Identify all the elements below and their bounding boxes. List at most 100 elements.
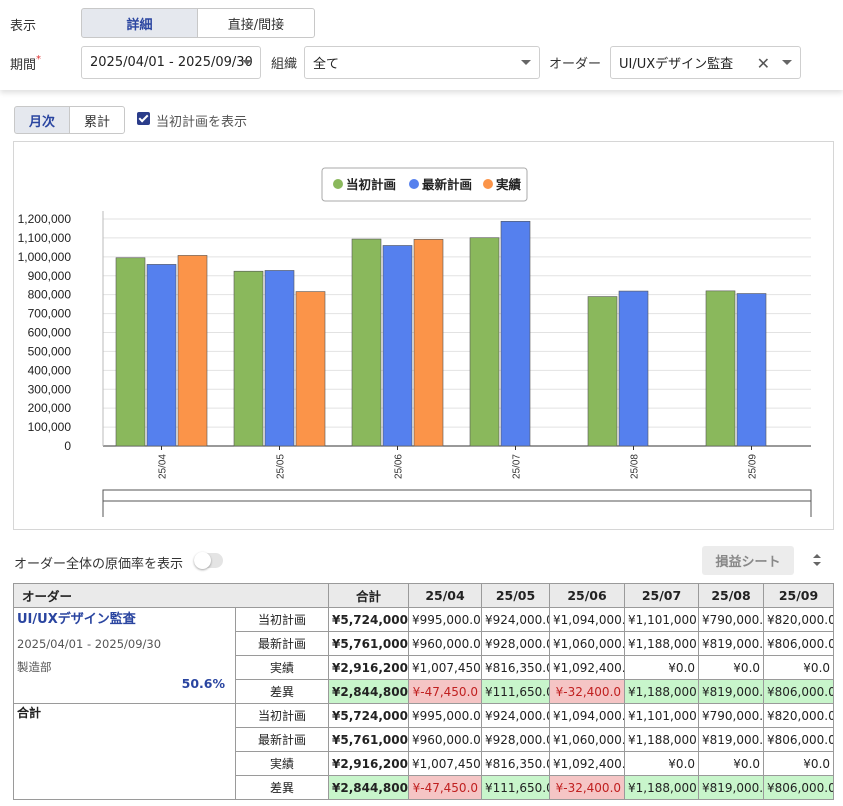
chart-container: 0 100,000 200,000 300,000 400,000 500,000 600,…: [13, 141, 834, 530]
y-tick-label: 300,000: [28, 382, 72, 396]
table-cell: ¥806,000.0: [763, 631, 835, 656]
table-cell: ¥0.0: [698, 751, 765, 776]
row-total-cell: ¥2,916,200.0: [328, 655, 410, 680]
org-select[interactable]: 全て: [304, 46, 540, 79]
period-label: 期間*: [10, 54, 41, 73]
bar-当初計画: [705, 290, 736, 447]
row-total-cell: ¥2,916,200.0: [328, 751, 410, 776]
header-month: 25/05: [481, 583, 551, 608]
order-name-link[interactable]: UI/UXデザイン監査: [17, 609, 232, 627]
header-month: 25/07: [624, 583, 700, 608]
sort-icon[interactable]: [812, 553, 822, 567]
bar-当初計画: [233, 270, 264, 447]
table-cell: ¥790,000.0: [698, 607, 765, 632]
y-tick-label: 400,000: [28, 363, 72, 377]
y-tick-label: 100,000: [28, 420, 72, 434]
table-cell: ¥790,000.0: [698, 703, 765, 728]
bar-当初計画: [469, 237, 500, 447]
row-type-label: 最新計画: [234, 631, 330, 656]
legend-marker: [333, 179, 343, 189]
table-cell: ¥111,650.0: [481, 679, 551, 704]
row-total-cell: ¥5,724,000.0: [328, 703, 410, 728]
tab-cumulative[interactable]: 累計: [69, 106, 125, 134]
order-value: UI/UXデザイン監査: [619, 57, 734, 72]
table-cell: ¥924,000.0: [481, 607, 551, 632]
show-initial-plan-checkbox[interactable]: [137, 112, 150, 125]
table-cell: ¥-32,400.0: [549, 679, 626, 704]
table-cell: ¥995,000.0: [408, 607, 483, 632]
row-type-label: 差異: [234, 775, 330, 800]
table-cell: ¥1,188,000.0: [624, 727, 700, 752]
table-cell: ¥819,000.0: [698, 775, 765, 800]
row-type-label: 実績: [234, 655, 330, 680]
period-select[interactable]: 2025/04/01 - 2025/09/30: [81, 46, 261, 79]
order-select[interactable]: UI/UXデザイン監査 ✕: [610, 46, 801, 79]
cost-rate-toggle[interactable]: [194, 552, 223, 569]
row-total-cell: ¥5,724,000.0: [328, 607, 410, 632]
table-cell: ¥816,350.0: [481, 751, 551, 776]
chevron-down-icon: [521, 60, 531, 65]
table-cell: ¥960,000.0: [408, 631, 483, 656]
header-order: オーダー: [12, 583, 330, 608]
header-month: 25/08: [698, 583, 765, 608]
bar-最新計画: [736, 293, 767, 447]
table-cell: ¥928,000.0: [481, 631, 551, 656]
bar-当初計画: [351, 238, 382, 447]
bar-当初計画: [587, 296, 618, 447]
y-tick-label: 500,000: [28, 344, 72, 358]
table-cell: ¥1,092,400.0: [549, 655, 626, 680]
pl-sheet-button[interactable]: 損益シート: [702, 546, 794, 575]
show-initial-plan-label: 当初計画を表示: [156, 115, 248, 130]
row-type-label: 当初計画: [234, 703, 330, 728]
legend-label: 最新計画: [422, 177, 472, 192]
order-label: オーダー: [549, 57, 602, 72]
x-tick-label: 25/05: [276, 454, 287, 479]
close-icon[interactable]: ✕: [757, 54, 770, 73]
y-tick-label: 1,000,000: [18, 250, 72, 264]
bar-最新計画: [146, 264, 177, 447]
row-total-cell: ¥5,761,000.0: [328, 727, 410, 752]
legend-label: 実績: [496, 177, 522, 192]
table-cell: ¥806,000.0: [763, 679, 835, 704]
period-label-text: 期間: [10, 58, 37, 73]
order-period: 2025/04/01 - 2025/09/30: [17, 637, 162, 651]
tab-detail[interactable]: 詳細: [81, 8, 198, 38]
x-tick-label: 25/08: [630, 454, 641, 479]
table-cell: ¥0.0: [763, 655, 835, 680]
tab-monthly[interactable]: 月次: [14, 106, 70, 134]
table-cell: ¥1,101,000.0: [624, 703, 700, 728]
bar-実績: [177, 255, 208, 447]
y-tick-label: 800,000: [28, 288, 72, 302]
pl-table: オーダー 合計 25/04 25/05 25/06 25/07 25/08 25…: [12, 583, 835, 800]
row-total-cell: ¥5,761,000.0: [328, 631, 410, 656]
x-tick-label: 25/07: [512, 454, 523, 479]
bar-当初計画: [115, 257, 146, 447]
x-tick-label: 25/09: [748, 454, 759, 479]
table-cell: ¥1,094,000.0: [549, 703, 626, 728]
row-total-cell: ¥2,844,800.0: [328, 679, 410, 704]
table-cell: ¥1,092,400.0: [549, 751, 626, 776]
table-cell: ¥1,188,000.0: [624, 775, 700, 800]
order-department: 製造部: [17, 660, 52, 674]
header-month: 25/04: [408, 583, 483, 608]
header-month: 25/06: [549, 583, 626, 608]
table-cell: ¥0.0: [624, 655, 700, 680]
y-tick-label: 900,000: [28, 269, 72, 283]
table-cell: ¥960,000.0: [408, 727, 483, 752]
table-cell: ¥1,007,450.0: [408, 751, 483, 776]
legend-marker: [409, 179, 419, 189]
table-cell: ¥820,000.0: [763, 703, 835, 728]
range-selector: [102, 489, 812, 502]
table-cell: ¥820,000.0: [763, 607, 835, 632]
table-cell: ¥0.0: [763, 751, 835, 776]
row-type-label: 実績: [234, 751, 330, 776]
bar-最新計画: [500, 220, 531, 447]
tab-direct-indirect[interactable]: 直接/間接: [197, 8, 315, 38]
table-header-row: オーダー 合計 25/04 25/05 25/06 25/07 25/08 25…: [12, 583, 835, 608]
table-cell: ¥1,188,000.0: [624, 631, 700, 656]
y-tick-label: 0: [64, 439, 71, 453]
x-tick-label: 25/04: [158, 454, 169, 479]
bar-chart: 0 100,000 200,000 300,000 400,000 500,000 600,…: [18, 167, 812, 517]
table-cell: ¥924,000.0: [481, 703, 551, 728]
table-cell: ¥0.0: [698, 655, 765, 680]
